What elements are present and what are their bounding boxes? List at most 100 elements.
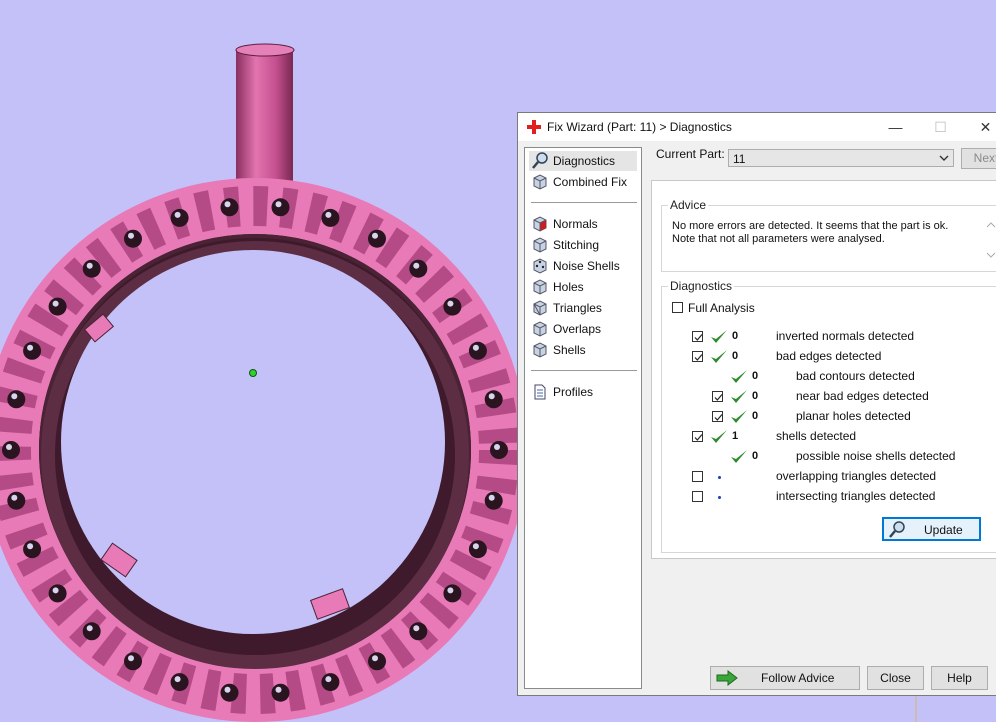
pending-dot-icon — [718, 476, 721, 479]
document-icon — [534, 384, 546, 400]
lattice-node-highlight — [174, 211, 181, 218]
lattice-node-highlight — [472, 543, 479, 550]
advice-group: Advice No more errors are detected. It s… — [661, 198, 996, 272]
lattice-node — [271, 198, 290, 217]
lattice-node — [170, 673, 189, 692]
lattice-node — [170, 208, 189, 227]
lattice-node-highlight — [224, 201, 231, 208]
advice-line-2: Note that not all parameters were analys… — [672, 233, 885, 245]
lattice-node-highlight — [27, 344, 34, 351]
lattice-node — [2, 441, 20, 459]
lattice-node-highlight — [372, 655, 378, 662]
nav-item-stitching[interactable]: Stitching — [529, 235, 637, 255]
lattice-node-highlight — [224, 686, 231, 693]
lattice-node-highlight — [413, 625, 420, 632]
cube-red-icon — [533, 216, 547, 232]
lattice-node-highlight — [488, 494, 495, 501]
nav-item-label: Holes — [553, 280, 584, 294]
lattice-node-highlight — [52, 300, 59, 307]
lattice-node — [409, 259, 428, 278]
check-icon — [730, 369, 748, 385]
full-analysis-checkbox[interactable] — [672, 302, 683, 313]
part-peg — [236, 50, 293, 200]
lattice-node-highlight — [413, 262, 420, 269]
current-part-select[interactable]: 11 — [728, 149, 954, 167]
close-window-button[interactable]: ✕ — [963, 113, 996, 141]
nav-item-label: Stitching — [553, 238, 600, 252]
lattice-node-highlight — [174, 676, 181, 683]
lattice-node — [124, 229, 142, 248]
lattice-node — [220, 198, 239, 217]
row-label: bad edges detected — [776, 349, 882, 363]
chevron-down-icon — [939, 152, 949, 166]
lattice-node — [443, 297, 462, 316]
row-checkbox[interactable] — [712, 391, 723, 402]
lattice-node-highlight — [325, 676, 332, 683]
update-button[interactable]: Update — [882, 517, 981, 541]
follow-advice-button[interactable]: Follow Advice — [710, 666, 860, 690]
nav-separator — [531, 202, 637, 203]
check-icon — [730, 449, 748, 465]
advice-scrollbar[interactable] — [984, 218, 996, 262]
lattice-node — [443, 584, 462, 603]
lattice-node-highlight — [128, 232, 134, 239]
nav-item-shells[interactable]: Shells — [529, 340, 637, 360]
lattice-node-highlight — [86, 262, 93, 269]
lattice-node-highlight — [86, 625, 93, 632]
fix-wizard-dialog: Fix Wizard (Part: 11) > Diagnostics — ☐ … — [517, 112, 996, 696]
check-icon — [710, 329, 728, 345]
nav-item-label: Overlaps — [553, 322, 602, 336]
check-icon — [710, 429, 728, 445]
lattice-node-highlight — [472, 344, 479, 351]
current-part-label: Current Part: — [656, 147, 725, 161]
lattice-node-highlight — [325, 211, 332, 218]
window-title: Fix Wizard (Part: 11) > Diagnostics — [547, 120, 732, 134]
diagnostics-legend: Diagnostics — [670, 279, 733, 293]
row-count: 0 — [752, 450, 759, 462]
wizard-nav: Diagnostics Combined Fix Normals Stitchi… — [524, 147, 642, 689]
row-checkbox[interactable] — [692, 431, 703, 442]
lattice-node — [368, 229, 386, 248]
diagnostics-panel: Advice No more errors are detected. It s… — [651, 180, 996, 559]
red-cross-icon — [527, 120, 541, 134]
nav-item-combined-fix[interactable]: Combined Fix — [529, 172, 637, 192]
row-label: planar holes detected — [796, 409, 911, 423]
nav-item-label: Shells — [553, 343, 586, 357]
row-label: shells detected — [776, 429, 857, 443]
nav-item-label: Combined Fix — [553, 175, 628, 189]
lattice-node — [490, 441, 508, 459]
help-button[interactable]: Help — [931, 666, 988, 690]
nav-item-label: Triangles — [553, 301, 602, 315]
lattice-node-highlight — [447, 300, 454, 307]
row-count: 0 — [752, 410, 759, 422]
lattice-node — [82, 622, 101, 641]
minimize-button[interactable]: — — [873, 113, 918, 141]
lattice-node — [23, 540, 42, 559]
lattice-node — [48, 584, 67, 603]
nav-item-holes[interactable]: Holes — [529, 277, 637, 297]
lattice-node-highlight — [447, 587, 454, 594]
close-button[interactable]: Close — [867, 666, 924, 690]
nav-item-profiles[interactable]: Profiles — [529, 382, 637, 402]
row-checkbox[interactable] — [692, 331, 703, 342]
nav-item-noise-shells[interactable]: Noise Shells — [529, 256, 637, 276]
nav-item-label: Normals — [553, 217, 598, 231]
title-bar[interactable]: Fix Wizard (Part: 11) > Diagnostics — ☐ … — [518, 113, 996, 141]
lattice-node-highlight — [128, 655, 134, 662]
lattice-node — [484, 390, 503, 409]
lattice-node — [7, 491, 26, 510]
advice-text: No more errors are detected. It seems th… — [672, 220, 954, 246]
row-checkbox[interactable] — [692, 351, 703, 362]
cube-icon — [533, 237, 547, 253]
nav-item-overlaps[interactable]: Overlaps — [529, 319, 637, 339]
nav-item-diagnostics[interactable]: Diagnostics — [529, 151, 637, 171]
cube-icon — [533, 279, 547, 295]
nav-item-triangles[interactable]: Triangles — [529, 298, 637, 318]
nav-item-normals[interactable]: Normals — [529, 214, 637, 234]
row-checkbox[interactable] — [712, 411, 723, 422]
maximize-button[interactable]: ☐ — [918, 113, 963, 141]
next-button[interactable]: Next — [961, 148, 996, 169]
row-checkbox[interactable] — [692, 471, 703, 482]
lattice-node — [220, 683, 239, 702]
row-checkbox[interactable] — [692, 491, 703, 502]
